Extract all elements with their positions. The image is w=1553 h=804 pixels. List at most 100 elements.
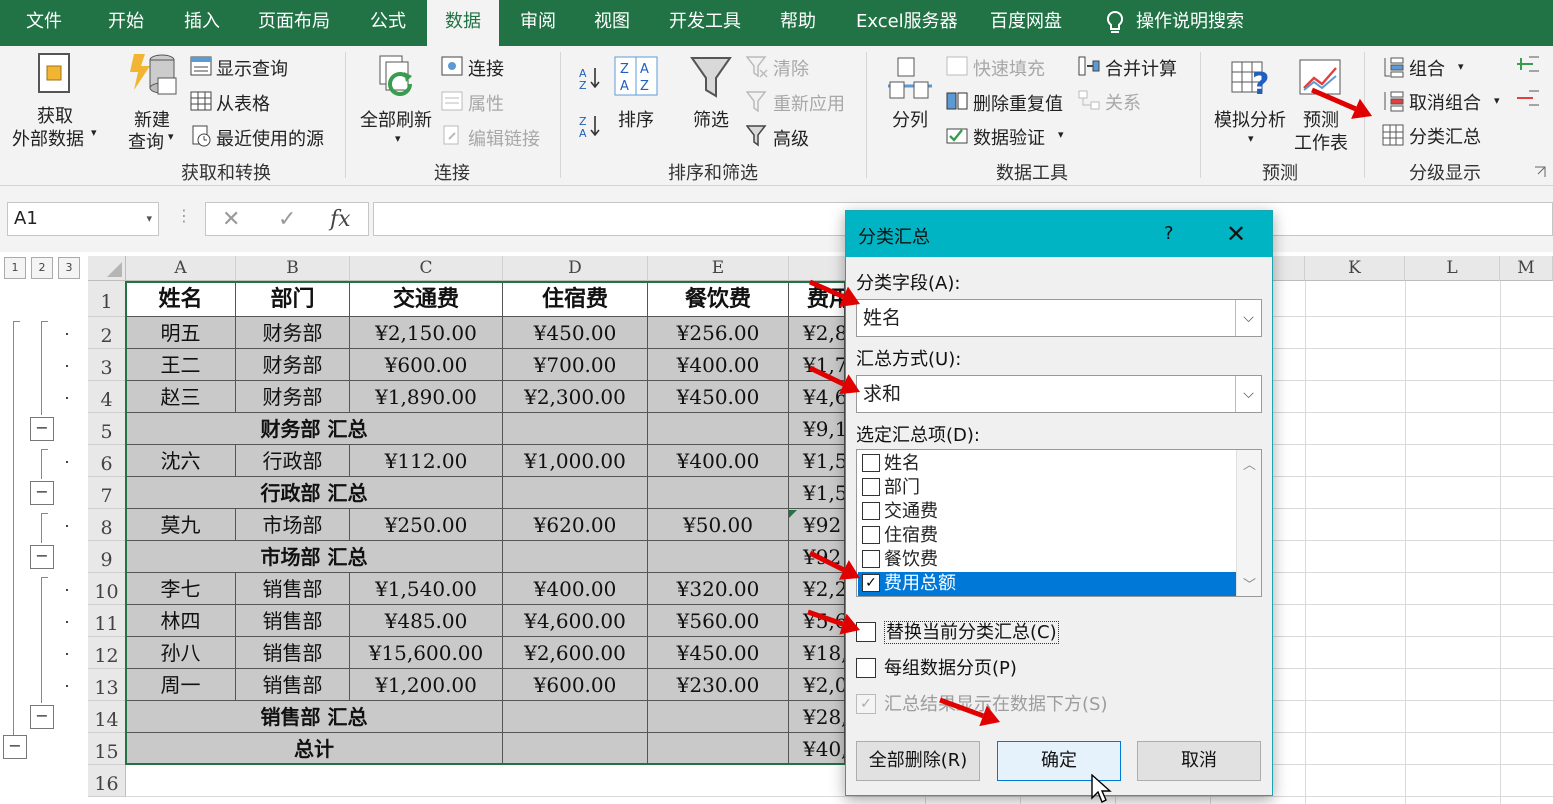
column-header-b[interactable]: B [236,256,350,281]
tab-formulas[interactable]: 公式 [370,0,406,46]
table-cell[interactable] [648,541,789,573]
table-cell[interactable]: ¥620.00 [503,509,648,541]
table-cell[interactable]: ¥230.00 [648,669,789,701]
tab-review[interactable]: 审阅 [520,0,556,46]
table-cell[interactable]: 行政部 [236,445,350,477]
table-cell[interactable]: ¥600.00 [350,349,503,381]
table-cell[interactable]: ¥92 [789,509,845,541]
column-header-m[interactable]: M [1500,256,1553,281]
dialog-launcher-icon[interactable] [1534,166,1546,178]
table-cell[interactable]: 销售部 [236,573,350,605]
list-item[interactable]: 住宿费 [858,524,1236,548]
table-cell[interactable]: ¥2,8 [789,317,845,349]
list-item[interactable]: 餐饮费 [858,548,1236,572]
tab-view[interactable]: 视图 [594,0,630,46]
confirm-entry-icon[interactable]: ✓ [278,207,296,232]
help-button[interactable]: ? [1164,223,1174,244]
table-cell[interactable]: 销售部 [236,669,350,701]
row-header-2[interactable]: 2 [88,317,126,349]
table-cell[interactable]: ¥1,890.00 [350,381,503,413]
table-header-cell[interactable]: 住宿费 [503,281,648,317]
table-cell[interactable]: 赵三 [126,381,236,413]
dialog-title-bar[interactable]: 分类汇总 ? ✕ [846,211,1272,257]
row-header-13[interactable]: 13 [88,669,126,701]
subtotal-label-cell[interactable]: 财务部 汇总 [126,413,503,445]
table-cell[interactable]: ¥560.00 [648,605,789,637]
row-header-3[interactable]: 3 [88,349,126,381]
outline-collapse-button[interactable]: − [30,545,54,569]
table-cell[interactable] [648,701,789,733]
row-header-9[interactable]: 9 [88,541,126,573]
table-cell[interactable]: ¥450.00 [648,637,789,669]
outline-collapse-button[interactable]: − [30,705,54,729]
list-item[interactable]: 部门 [858,476,1236,500]
row-header-12[interactable]: 12 [88,637,126,669]
table-cell[interactable]: 市场部 [236,509,350,541]
tab-insert[interactable]: 插入 [184,0,220,46]
subtotal-label-cell[interactable]: 总计 [126,733,503,765]
table-cell[interactable]: 王二 [126,349,236,381]
table-cell[interactable]: ¥450.00 [648,381,789,413]
table-cell[interactable]: ¥50.00 [648,509,789,541]
outline-collapse-button[interactable]: − [3,735,27,759]
table-cell[interactable]: 李七 [126,573,236,605]
group-by-dropdown[interactable]: 姓名 ⌵ [856,299,1262,337]
table-cell[interactable]: ¥600.00 [503,669,648,701]
checkbox[interactable] [862,502,880,520]
list-scrollbar[interactable]: ︿ ﹀ [1236,450,1261,596]
row-header-5[interactable]: 5 [88,413,126,445]
chevron-down-icon[interactable]: ⌵ [1235,300,1261,336]
subtotal-label-cell[interactable]: 行政部 汇总 [126,477,503,509]
close-icon[interactable]: ✕ [1226,220,1246,248]
table-cell[interactable]: 周一 [126,669,236,701]
table-cell[interactable] [503,541,648,573]
subtotal-label-cell[interactable]: 市场部 汇总 [126,541,503,573]
table-cell[interactable]: ¥1,5 [789,445,845,477]
table-cell[interactable]: 莫九 [126,509,236,541]
row-header-1[interactable]: 1 [88,281,126,317]
tell-me-search[interactable]: 操作说明搜索 [1136,0,1244,46]
list-item[interactable]: ✓ 费用总额 [858,572,1236,596]
function-dropdown[interactable]: 求和 ⌵ [856,375,1262,413]
table-cell[interactable]: ¥15,600.00 [350,637,503,669]
outline-level-1-button[interactable]: 1 [4,257,26,279]
table-cell[interactable]: 沈六 [126,445,236,477]
cancel-button[interactable]: 取消 [1137,741,1261,781]
table-header-cell[interactable]: 交通费 [350,281,503,317]
row-header-11[interactable]: 11 [88,605,126,637]
table-cell[interactable]: 林四 [126,605,236,637]
hide-detail-icon[interactable] [1515,88,1539,108]
table-cell[interactable]: ¥450.00 [503,317,648,349]
checkbox-box[interactable] [856,658,876,678]
row-header-6[interactable]: 6 [88,445,126,477]
table-cell[interactable]: ¥1,540.00 [350,573,503,605]
table-header-cell[interactable]: 部门 [236,281,350,317]
outline-level-3-button[interactable]: 3 [58,257,80,279]
table-cell[interactable]: ¥256.00 [648,317,789,349]
checkbox[interactable] [862,454,880,472]
outline-level-2-button[interactable]: 2 [31,257,53,279]
table-cell[interactable]: ¥250.00 [350,509,503,541]
table-cell[interactable] [503,733,648,765]
table-cell[interactable]: ¥1,200.00 [350,669,503,701]
column-header-k[interactable]: K [1305,256,1405,281]
row-header-15[interactable]: 15 [88,733,126,765]
tab-data[interactable]: 数据 [427,0,499,46]
column-header-c[interactable]: C [350,256,503,281]
subtotal-value-cell[interactable]: ¥1,5 [789,477,845,509]
outline-collapse-button[interactable]: − [30,481,54,505]
table-cell[interactable] [503,477,648,509]
table-cell[interactable]: ¥320.00 [648,573,789,605]
tab-help[interactable]: 帮助 [780,0,816,46]
tab-developer[interactable]: 开发工具 [669,0,741,46]
cancel-entry-icon[interactable]: ✕ [222,207,240,232]
column-header-l[interactable]: L [1405,256,1500,281]
table-cell[interactable]: ¥1,000.00 [503,445,648,477]
table-cell[interactable] [648,477,789,509]
table-cell[interactable]: ¥700.00 [503,349,648,381]
tab-baidu-pan[interactable]: 百度网盘 [990,0,1062,46]
row-header-7[interactable]: 7 [88,477,126,509]
outline-collapse-button[interactable]: − [30,417,54,441]
subtotal-value-cell[interactable]: ¥40,2 [789,733,845,765]
select-all-corner[interactable] [88,256,126,281]
